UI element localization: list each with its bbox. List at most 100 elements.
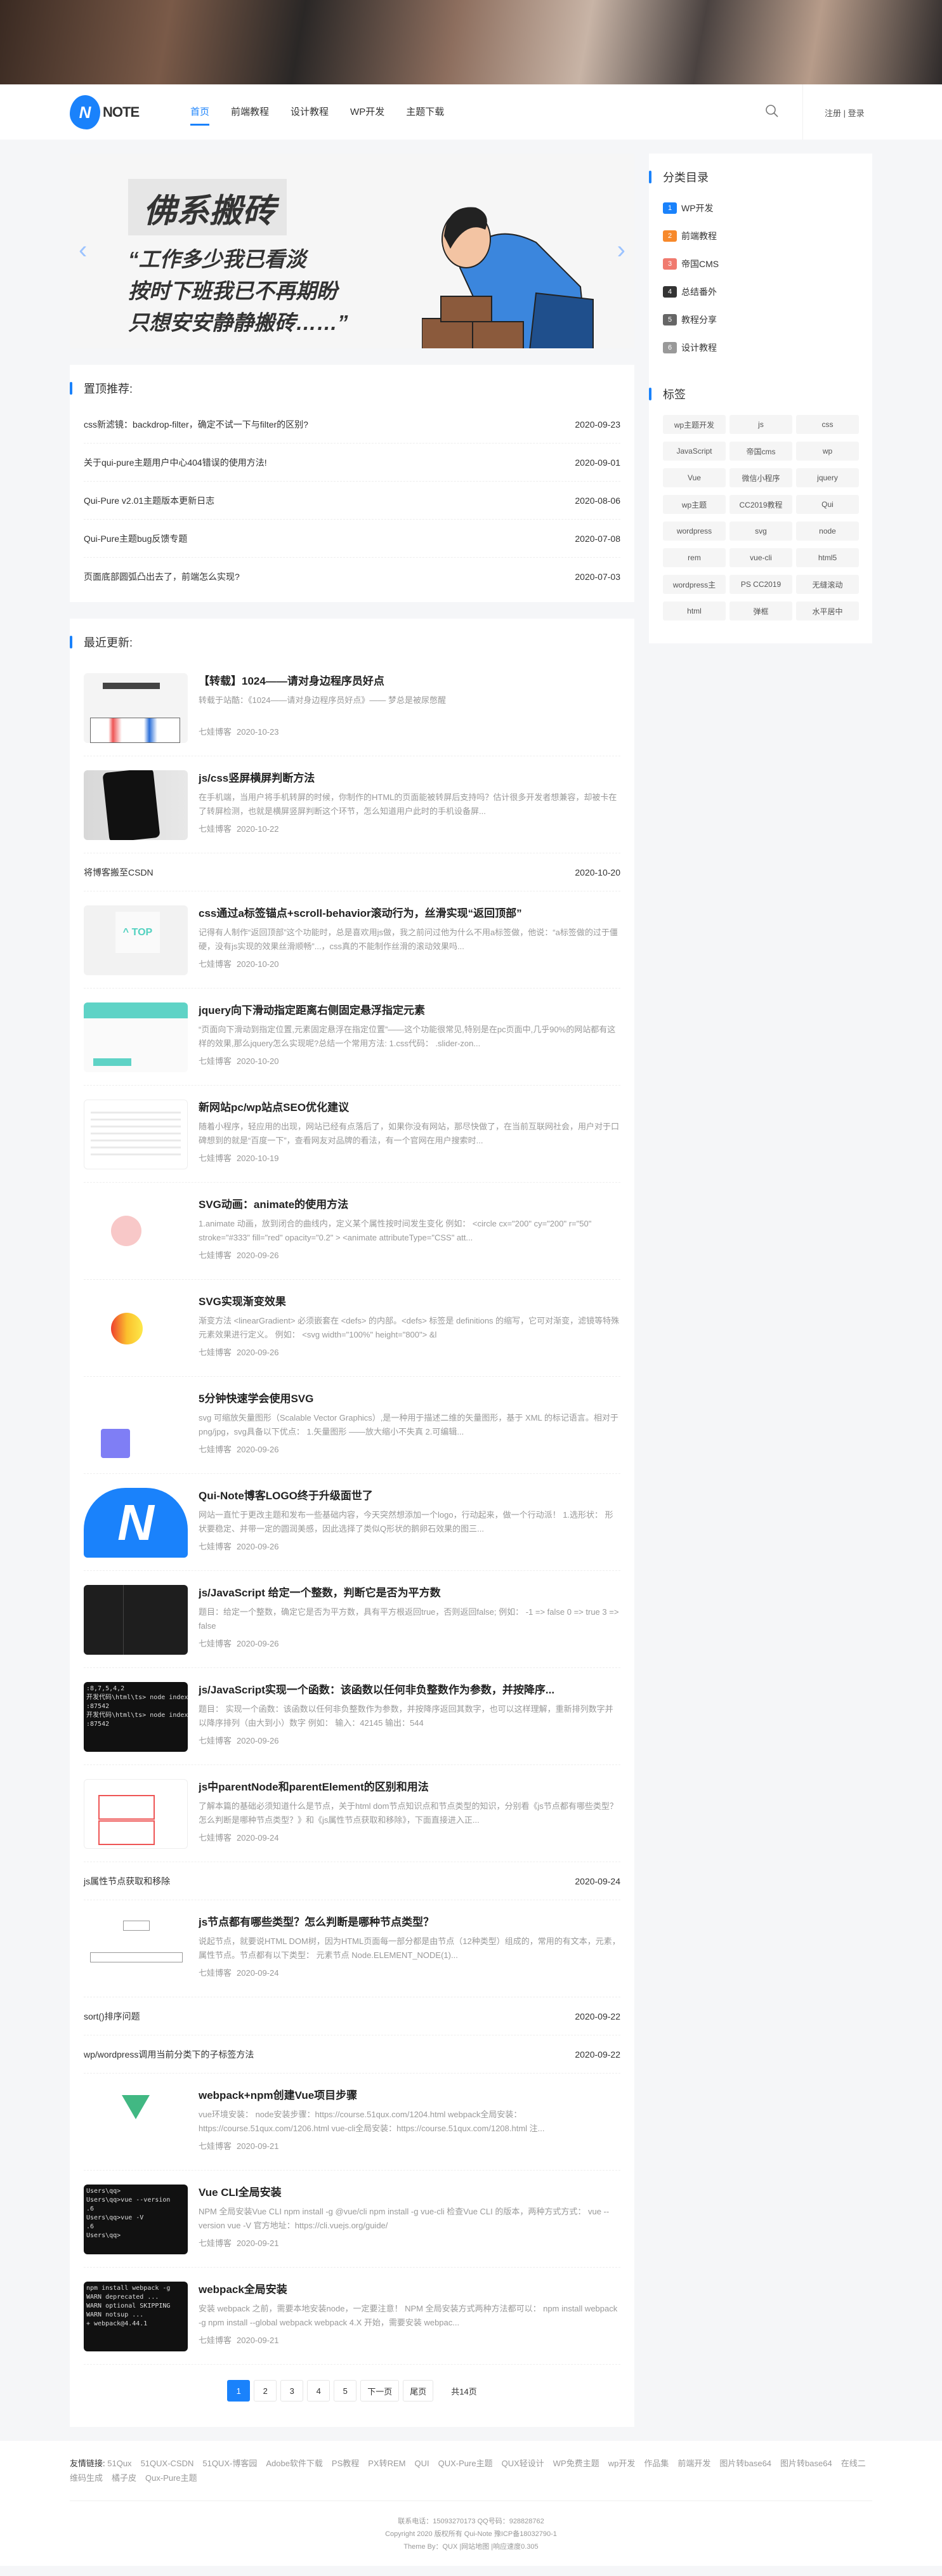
post-title[interactable]: sort()排序问题: [84, 2010, 140, 2023]
tag-item[interactable]: CC2019教程: [729, 495, 792, 514]
post-thumbnail[interactable]: [84, 1779, 188, 1849]
pinned-item[interactable]: Qui-Pure主题bug反馈专题 2020-07-08: [84, 520, 620, 558]
slider-prev-arrow[interactable]: ‹: [79, 236, 87, 265]
post-title[interactable]: js节点都有哪些类型？怎么判断是哪种节点类型？: [199, 1914, 620, 1931]
post-title[interactable]: js属性节点获取和移除: [84, 1875, 170, 1888]
tag-item[interactable]: jquery: [796, 468, 859, 487]
friend-link[interactable]: 51Qux: [107, 2459, 131, 2468]
tag-item[interactable]: 帝国cms: [729, 442, 792, 461]
post-thumbnail[interactable]: npm install webpack -g WARN deprecated .…: [84, 2282, 188, 2351]
post-item[interactable]: SVG实现渐变效果 渐变方法 <linearGradient> 必须嵌套在 <de…: [84, 1280, 620, 1377]
next-page-button[interactable]: 下一页: [360, 2380, 400, 2402]
search-icon[interactable]: [764, 103, 780, 119]
post-thumbnail[interactable]: [84, 770, 188, 840]
nav-item-3[interactable]: WP开发: [350, 84, 384, 140]
friend-link[interactable]: 图片转base64: [780, 2459, 832, 2468]
post-title[interactable]: js/JavaScript 给定一个整数，判断它是否为平方数: [199, 1585, 620, 1601]
post-thumbnail[interactable]: [84, 1002, 188, 1072]
post-title[interactable]: js/JavaScript实现一个函数：该函数以任何非负整数作为参数，并按降序.…: [199, 1682, 620, 1699]
post-title[interactable]: js中parentNode和parentElement的区别和用法: [199, 1779, 620, 1796]
nav-item-1[interactable]: 前端教程: [231, 84, 269, 140]
friend-link[interactable]: 51QUX-博客园: [202, 2459, 257, 2468]
category-item[interactable]: 3 帝国CMS: [663, 250, 858, 278]
post-title[interactable]: js/css竖屏横屏判断方法: [199, 770, 620, 787]
tag-item[interactable]: wordpress主: [663, 575, 726, 594]
post-item[interactable]: Qui-Note博客LOGO终于升级面世了网站一直忙于更改主题和发布一些基础内容…: [84, 1474, 620, 1571]
post-item[interactable]: 【转载】1024——请对身边程序员好点 转载于站酷：《1024——请对身边程序员好…: [84, 659, 620, 756]
post-title[interactable]: css通过a标签锚点+scroll-behavior滚动行为，丝滑实现“返回顶部…: [199, 905, 620, 922]
tag-item[interactable]: wp主题: [663, 495, 726, 514]
pinned-item[interactable]: Qui-Pure v2.01主题版本更新日志 2020-08-06: [84, 482, 620, 520]
slider-next-arrow[interactable]: ›: [617, 236, 625, 265]
tag-item[interactable]: Vue: [663, 468, 726, 487]
post-text-item[interactable]: wp/wordpress调用当前分类下的子标签方法 2020-09-22: [84, 2035, 620, 2073]
tag-item[interactable]: wordpress: [663, 522, 726, 541]
post-item[interactable]: js中parentNode和parentElement的区别和用法 了解本篇的基础…: [84, 1765, 620, 1862]
tag-item[interactable]: Qui: [796, 495, 859, 514]
tag-item[interactable]: 无缝滚动: [796, 575, 859, 594]
post-text-item[interactable]: sort()排序问题 2020-09-22: [84, 1997, 620, 2035]
tag-item[interactable]: vue-cli: [729, 548, 792, 567]
tag-item[interactable]: rem: [663, 548, 726, 567]
post-title[interactable]: 【转载】1024——请对身边程序员好点: [199, 673, 620, 690]
post-title[interactable]: Vue CLI全局安装: [199, 2185, 620, 2201]
friend-link[interactable]: WP免费主题: [553, 2459, 599, 2468]
page-5-button[interactable]: 5: [334, 2380, 357, 2402]
theme-credit[interactable]: Theme By：QUX |网站地图 |响应速度0.305: [70, 2540, 872, 2553]
friend-link[interactable]: 前端开发: [677, 2459, 710, 2468]
tag-item[interactable]: PS CC2019: [729, 575, 792, 594]
page-2-button[interactable]: 2: [254, 2380, 277, 2402]
post-item[interactable]: js/css竖屏横屏判断方法 在手机端，当用户将手机转屏的时候，你制作的HTML的…: [84, 756, 620, 853]
category-item[interactable]: 5 教程分享: [663, 306, 858, 334]
page-1-button[interactable]: 1: [227, 2380, 251, 2402]
post-item[interactable]: js节点都有哪些类型？怎么判断是哪种节点类型？ 说起节点，就要说HTML DOM树…: [84, 1900, 620, 1997]
category-item[interactable]: 2 前端教程: [663, 222, 858, 250]
pinned-title[interactable]: 关于qui-pure主题用户中心404错误的使用方法!: [84, 456, 267, 469]
post-item[interactable]: webpack+npm创建Vue项目步骤 vue环境安装： node安装步骤：ht…: [84, 2073, 620, 2171]
tag-item[interactable]: svg: [729, 522, 792, 541]
post-thumbnail[interactable]: [84, 1914, 188, 1984]
site-logo[interactable]: N NOTE: [70, 95, 140, 129]
post-item[interactable]: Users\qq> Users\qq>vue --version .6 User…: [84, 2171, 620, 2268]
friend-link[interactable]: 橘子皮: [112, 2473, 136, 2483]
tag-item[interactable]: html5: [796, 548, 859, 567]
post-title[interactable]: webpack全局安装: [199, 2282, 620, 2298]
pinned-title[interactable]: 页面底部圆弧凸出去了，前端怎么实现?: [84, 570, 240, 583]
register-login-link[interactable]: 注册 | 登录: [825, 107, 865, 119]
post-item[interactable]: js/JavaScript 给定一个整数，判断它是否为平方数 题目：给定一个整数，…: [84, 1571, 620, 1668]
pinned-title[interactable]: Qui-Pure主题bug反馈专题: [84, 532, 187, 545]
post-title[interactable]: 将博客搬至CSDN: [84, 866, 154, 879]
tag-item[interactable]: 微信小程序: [729, 468, 792, 487]
post-item[interactable]: 5分钟快速学会使用SVG svg 可缩放矢量图形（Scalable Vector …: [84, 1377, 620, 1474]
post-title[interactable]: webpack+npm创建Vue项目步骤: [199, 2087, 620, 2104]
post-item[interactable]: :8,7,5,4,2 开发代码\html\ts> node index :875…: [84, 1668, 620, 1765]
page-4-button[interactable]: 4: [307, 2380, 330, 2402]
banner-slider[interactable]: 佛系搬砖 “工作多少我已看淡 按时下班我已不再期盼 只想安安静静搬砖……” ‹ …: [70, 154, 634, 348]
friend-link[interactable]: QUX-Pure主题: [438, 2459, 493, 2468]
pinned-title[interactable]: Qui-Pure v2.01主题版本更新日志: [84, 494, 214, 507]
tag-item[interactable]: node: [796, 522, 859, 541]
post-item[interactable]: jquery向下滑动指定距离右侧固定悬浮指定元素 “页面向下滑动到指定位置,元素固…: [84, 989, 620, 1086]
post-thumbnail[interactable]: [84, 905, 188, 975]
post-thumbnail[interactable]: :8,7,5,4,2 开发代码\html\ts> node index :875…: [84, 1682, 188, 1752]
pinned-item[interactable]: css新滤镜：backdrop-filter，确定不试一下与filter的区别?…: [84, 405, 620, 444]
post-item[interactable]: 新网站pc/wp站点SEO优化建议 随着小程序，轻应用的出现，网站已经有点落后了，…: [84, 1086, 620, 1183]
tag-item[interactable]: html: [663, 601, 726, 621]
post-thumbnail[interactable]: Users\qq> Users\qq>vue --version .6 User…: [84, 2185, 188, 2254]
post-text-item[interactable]: js属性节点获取和移除 2020-09-24: [84, 1862, 620, 1900]
post-title[interactable]: jquery向下滑动指定距离右侧固定悬浮指定元素: [199, 1002, 620, 1019]
post-item[interactable]: npm install webpack -g WARN deprecated .…: [84, 2268, 620, 2365]
friend-link[interactable]: 51QUX-CSDN: [141, 2459, 194, 2468]
category-item[interactable]: 6 设计教程: [663, 334, 858, 362]
post-title[interactable]: 5分钟快速学会使用SVG: [199, 1391, 620, 1407]
post-title[interactable]: Qui-Note博客LOGO终于升级面世了: [199, 1488, 620, 1504]
post-item[interactable]: SVG动画：animate的使用方法 1.animate 动画，放到闭合的曲线内，…: [84, 1183, 620, 1280]
friend-link[interactable]: Qux-Pure主题: [145, 2473, 197, 2483]
post-title[interactable]: 新网站pc/wp站点SEO优化建议: [199, 1100, 620, 1116]
post-thumbnail[interactable]: [84, 673, 188, 743]
post-title[interactable]: wp/wordpress调用当前分类下的子标签方法: [84, 2048, 254, 2061]
nav-item-0[interactable]: 首页: [190, 84, 210, 140]
friend-link[interactable]: QUI: [415, 2459, 429, 2468]
post-thumbnail[interactable]: [84, 1197, 188, 1266]
post-text-item[interactable]: 将博客搬至CSDN 2020-10-20: [84, 853, 620, 891]
